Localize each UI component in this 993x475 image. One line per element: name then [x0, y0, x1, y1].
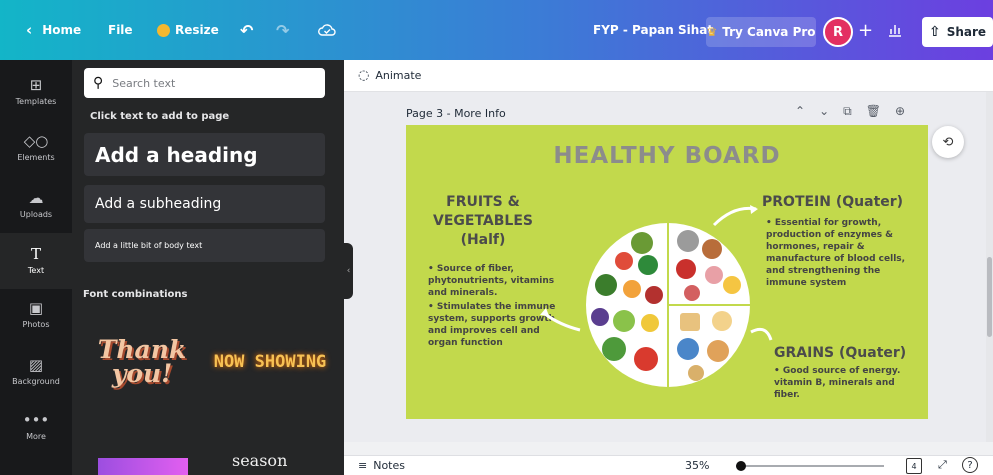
add-subheading-button[interactable]: Add a subheading	[84, 185, 325, 223]
notes-icon: ≡	[358, 459, 368, 472]
rail-item-uploads[interactable]: ☁ Uploads	[0, 177, 72, 233]
bottom-bar: ≡ Notes 35% 4 ⤢ ?	[344, 455, 993, 475]
delete-page-icon[interactable]: 🗑	[866, 104, 881, 119]
zoom-slider[interactable]	[736, 461, 884, 471]
page-title[interactable]: Page 3 - More Info	[406, 107, 506, 120]
uploads-icon: ☁	[28, 189, 44, 207]
font-combo-thank-you[interactable]: Thank you!	[84, 322, 200, 402]
upload-icon: ⇧	[928, 24, 941, 40]
design-canvas[interactable]: HEALTHY BOARD FRUITS & VEGETABLES (Half)…	[406, 125, 928, 419]
redo-icon[interactable]: ↷	[276, 0, 289, 60]
scrollbar-thumb[interactable]	[987, 257, 992, 337]
healthy-plate-illustration	[586, 223, 750, 387]
elements-icon: ◇○	[23, 132, 49, 150]
page-count[interactable]: 4	[906, 458, 922, 474]
background-icon: ▨	[28, 356, 44, 374]
help-icon[interactable]: ?	[962, 457, 978, 473]
zoom-slider-handle[interactable]	[736, 461, 746, 471]
rail-item-photos[interactable]: ▣ Photos	[0, 287, 72, 343]
font-combo-now-showing[interactable]: NOW SHOWING	[212, 322, 328, 402]
text-panel: ⚲ Search text Click text to add to page …	[72, 60, 344, 475]
templates-icon: ⊞	[29, 76, 43, 94]
collapse-panel-button[interactable]: ‹	[344, 243, 353, 299]
top-bar: ‹ Home File Resize ↶ ↷ FYP - Papan Sihat…	[0, 0, 993, 60]
rail-item-elements[interactable]: ◇○ Elements	[0, 120, 72, 176]
animate-button[interactable]: Animate	[375, 69, 421, 82]
text-icon: T	[30, 245, 41, 263]
font-combinations-heading: Font combinations	[83, 289, 188, 300]
font-combo-season[interactable]: season	[232, 451, 287, 470]
animate-icon: ◌	[358, 68, 370, 83]
resize-button[interactable]: Resize	[157, 0, 219, 60]
editor-toolbar: ◌ Animate	[344, 60, 993, 92]
search-icon: ⚲	[93, 75, 104, 91]
add-body-text-button[interactable]: Add a little bit of body text	[84, 229, 325, 262]
home-button[interactable]: ‹ Home	[26, 0, 81, 60]
file-menu[interactable]: File	[108, 0, 133, 60]
crown-icon	[157, 23, 170, 37]
horizontal-scrollbar[interactable]	[344, 442, 993, 455]
more-icon: •••	[22, 411, 50, 429]
share-button[interactable]: ⇧ Share	[922, 17, 993, 47]
add-member-icon[interactable]: +	[858, 0, 873, 60]
avatar[interactable]: R	[823, 17, 853, 47]
undo-icon[interactable]: ↶	[240, 0, 253, 60]
font-combo-purple[interactable]	[98, 458, 188, 475]
add-heading-button[interactable]: Add a heading	[84, 133, 325, 176]
rail-item-text[interactable]: T Text	[0, 233, 72, 289]
search-input[interactable]: ⚲ Search text	[84, 68, 325, 98]
try-canva-pro-button[interactable]: ♛ Try Canva Pro	[706, 17, 816, 47]
zoom-level: 35%	[685, 459, 710, 472]
panel-hint: Click text to add to page	[90, 111, 230, 122]
rail-item-templates[interactable]: ⊞ Templates	[0, 64, 72, 120]
fullscreen-icon[interactable]: ⤢	[938, 458, 947, 472]
insights-icon[interactable]	[887, 0, 903, 60]
chevron-left-icon: ‹	[26, 21, 33, 39]
comment-icon[interactable]: ⟲	[932, 126, 964, 158]
page-controls: ⌃ ⌄ ⧉ 🗑 ⊕	[795, 104, 905, 119]
cloud-saved-icon[interactable]	[318, 0, 336, 60]
duplicate-page-icon[interactable]: ⧉	[843, 104, 852, 119]
chevron-up-icon[interactable]: ⌃	[795, 104, 805, 119]
chevron-down-icon[interactable]: ⌄	[819, 104, 829, 119]
side-rail: ⊞ Templates ◇○ Elements ☁ Uploads T Text…	[0, 60, 72, 475]
notes-button[interactable]: ≡ Notes	[358, 459, 405, 472]
document-title[interactable]: FYP - Papan Sihat	[593, 0, 713, 60]
photos-icon: ▣	[28, 299, 44, 317]
rail-item-background[interactable]: ▨ Background	[0, 344, 72, 400]
add-page-icon[interactable]: ⊕	[895, 104, 905, 119]
crown-icon: ♛	[706, 25, 718, 39]
vertical-scrollbar[interactable]	[986, 92, 993, 442]
rail-item-more[interactable]: ••• More	[0, 399, 72, 455]
